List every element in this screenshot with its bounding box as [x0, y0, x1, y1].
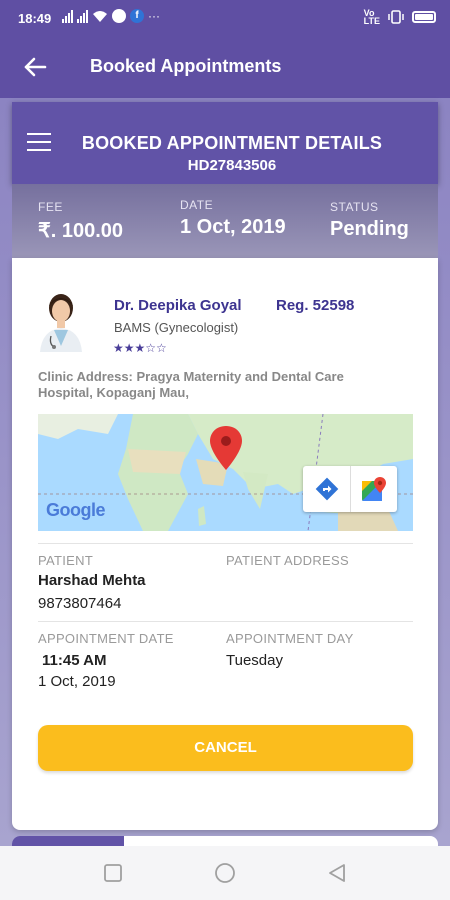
patient-phone[interactable]: 9873807464	[38, 595, 121, 612]
status-icons-right: Vo LTE	[363, 8, 436, 26]
booking-id: HD27843506	[187, 157, 277, 174]
status-icons-left: f ···	[62, 9, 160, 23]
map-action-buttons	[303, 466, 397, 512]
date-value: 1 Oct, 2019	[180, 216, 286, 238]
doctor-qualification: BAMS (Gynecologist)	[114, 320, 239, 335]
card-header: BOOKED APPOINTMENT DETAILS HD27843506	[12, 102, 438, 184]
square-icon[interactable]	[102, 862, 124, 884]
vibrate-icon	[388, 10, 404, 24]
system-nav-bar	[0, 846, 450, 900]
appointment-date: 1 Oct, 2019	[38, 673, 116, 690]
status-label: STATUS	[330, 200, 379, 214]
cancel-button[interactable]: CANCEL	[38, 725, 413, 771]
appointment-time: 11:45 AM	[42, 652, 107, 669]
section-divider	[38, 543, 413, 544]
triangle-back-icon[interactable]	[326, 862, 348, 884]
signal-icon-2	[77, 9, 88, 23]
doctor-name: Dr. Deepika Goyal	[114, 297, 242, 314]
doctor-rating-stars: ★★★☆☆	[113, 341, 167, 355]
patient-name: Harshad Mehta	[38, 572, 146, 589]
status-bar: 18:49 f ··· Vo LTE	[0, 0, 450, 36]
wifi-icon	[93, 10, 107, 22]
card-title: BOOKED APPOINTMENT DETAILS	[81, 133, 383, 153]
open-google-maps-button[interactable]	[350, 466, 397, 512]
arrow-left-icon[interactable]	[20, 52, 50, 82]
directions-button[interactable]	[303, 466, 350, 512]
battery-icon	[412, 11, 436, 23]
clinic-address: Clinic Address: Pragya Maternity and Den…	[38, 369, 344, 400]
date-label: DATE	[180, 198, 214, 212]
fee-summary: FEE ₹. 100.00	[38, 200, 123, 243]
section-divider-2	[38, 621, 413, 622]
status-value: Pending	[330, 218, 409, 240]
doctor-avatar	[32, 290, 90, 352]
signal-icon	[62, 9, 73, 23]
fee-value: ₹. 100.00	[38, 220, 124, 242]
facebook-icon: f	[130, 9, 144, 23]
call-icon	[112, 9, 126, 23]
circle-icon[interactable]	[214, 862, 236, 884]
status-time: 18:49	[18, 11, 52, 26]
appointment-day: Tuesday	[226, 652, 283, 669]
date-summary: DATE 1 Oct, 2019	[180, 198, 286, 239]
status-summary: STATUS Pending	[330, 200, 409, 241]
doctor-registration: Reg. 52598	[276, 297, 355, 314]
appointment-date-label: APPOINTMENT DATE	[38, 631, 174, 646]
location-map[interactable]: Google	[38, 414, 413, 531]
appointment-day-label: APPOINTMENT DAY	[226, 631, 354, 646]
more-notifications-icon: ···	[148, 9, 160, 23]
app-bar: Booked Appointments	[0, 36, 450, 98]
google-logo: Google	[46, 500, 106, 520]
hamburger-menu-icon[interactable]	[27, 133, 51, 151]
directions-icon	[315, 477, 338, 501]
google-maps-icon	[362, 477, 386, 501]
page-title: Booked Appointments	[90, 56, 282, 76]
patient-label: PATIENT	[38, 553, 94, 568]
volte-icon: Vo LTE	[363, 8, 380, 26]
fee-label: FEE	[38, 200, 63, 214]
patient-address-label: PATIENT ADDRESS	[226, 553, 349, 568]
summary-strip: FEE ₹. 100.00 DATE 1 Oct, 2019 STATUS Pe…	[12, 184, 438, 258]
